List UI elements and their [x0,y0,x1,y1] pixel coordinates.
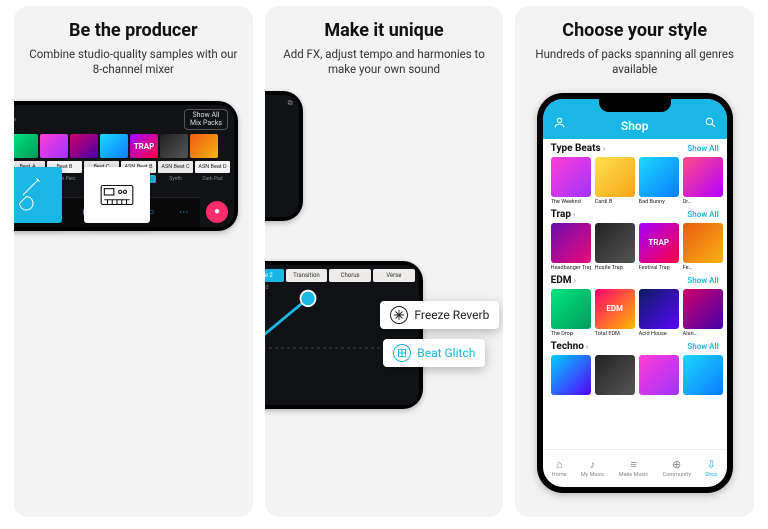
screenshot-card-3: Choose your style Hundreds of packs span… [515,6,754,517]
show-all-link[interactable]: Show All [687,144,718,153]
shop-title: Shop [621,119,649,133]
callout-guitar-icon [14,167,62,223]
screenshot-card-2: Make it unique Add FX, adjust tempo and … [265,6,504,517]
tab-shop[interactable]: ⇩Shop [705,459,718,478]
search-icon[interactable] [704,116,717,132]
arrangement-segments[interactable]: Intro A Intro B Verse 2 Transition Choru… [265,265,419,282]
pack-tile[interactable] [683,355,723,395]
card-subtitle: Add FX, adjust tempo and harmonies to ma… [279,47,489,77]
show-all-link[interactable]: Show All [687,342,718,351]
glitch-icon [393,344,411,362]
fx-callout-freeze-reverb: Freeze Reverb [380,301,499,329]
pack-tile[interactable]: Hustle Trap [595,223,635,271]
section-type-beats: Type Beats› Show All The Weeknd Cardi B … [551,143,727,205]
pack-row[interactable]: TRAP [14,134,234,158]
card-title: Choose your style [562,20,707,41]
pack-tile[interactable]: The Drop [551,289,591,337]
tab-community[interactable]: ⊕Community [663,459,691,478]
pack-tile-trap: TRAP [130,134,158,158]
pack-tile[interactable] [595,355,635,395]
pack-tile[interactable] [551,355,591,395]
screenshot-card-1: Be the producer Combine studio-quality s… [14,6,253,517]
tab-bar: ⌂Home ♪My Music ≡Make Music ⊕Community ⇩… [543,449,727,487]
phone-shop: Shop Type Beats› Show All The Weeknd Car… [537,93,733,493]
card-subtitle: Hundreds of packs spanning all genres av… [530,47,740,77]
section-techno: Techno› Show All [551,341,727,395]
account-icon[interactable] [553,116,566,132]
section-edm: EDM› Show All The Drop EDMTotal EDM Acid… [551,275,727,337]
pack-tile[interactable]: TRAPFestival Trap [639,223,679,271]
callout-synth-icon [84,167,150,223]
hamburger-icon[interactable]: ≡ [14,116,16,124]
pack-tile[interactable]: Cardi B [595,157,635,205]
pack-tile[interactable]: EDMTotal EDM [595,289,635,337]
pack-tile[interactable] [639,355,679,395]
phone-mixer-continued: ⧉ TRAP [265,91,303,221]
pack-tile[interactable]: Dr… [683,157,723,205]
show-all-mix-packs-button[interactable]: Show All Mix Packs [184,109,228,130]
pack-tile[interactable]: Alan… [683,289,723,337]
show-all-link[interactable]: Show All [687,210,718,219]
more-icon[interactable]: ⋯ [168,197,200,227]
pack-tile[interactable]: Bad Bunny [639,157,679,205]
tab-home[interactable]: ⌂Home [552,459,567,478]
card-subtitle: Combine studio-quality samples with our … [28,47,238,77]
pack-tile[interactable]: The Weeknd [551,157,591,205]
snowflake-icon [390,306,408,324]
pack-tile[interactable]: Acid House [639,289,679,337]
fx-callout-beat-glitch: Beat Glitch [383,339,485,367]
card-title: Be the producer [69,20,198,41]
phone-editor: Intro A Intro B Verse 2 Transition Choru… [265,261,423,409]
tab-my-music[interactable]: ♪My Music [581,459,605,478]
pack-tile[interactable]: Fe… [683,223,723,271]
record-button[interactable]: ● [206,201,228,223]
tab-make-music[interactable]: ≡Make Music [619,459,649,478]
card-title: Make it unique [324,20,443,41]
section-trap: Trap› Show All Headbanger Trap Hustle Tr… [551,209,727,271]
pack-tile[interactable]: Headbanger Trap [551,223,591,271]
layout-icon[interactable]: ⧉ [288,99,293,108]
show-all-link[interactable]: Show All [687,276,718,285]
